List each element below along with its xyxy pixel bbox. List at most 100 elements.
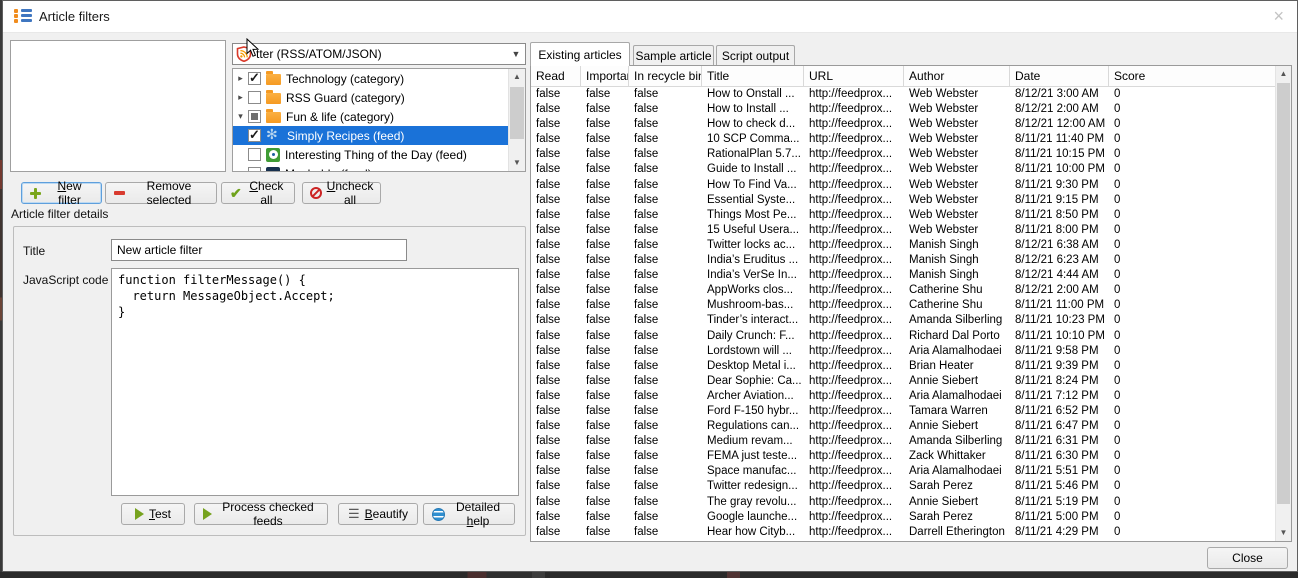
help-globe-icon [432,508,445,521]
detailed-help-button[interactable]: Detailed help [423,503,515,525]
table-row[interactable]: false false false Tinder’s interact... h… [531,313,1275,328]
table-row[interactable]: false false false Things Most Pe... http… [531,208,1275,223]
title-input[interactable] [111,239,407,261]
column-header-score[interactable]: Score [1109,66,1275,86]
tree-row-label: Simply Recipes (feed) [287,129,404,143]
folder-icon [266,93,281,104]
column-header-date[interactable]: Date [1010,66,1109,86]
column-header-author[interactable]: Author [904,66,1010,86]
play-icon [203,508,212,520]
scroll-up-icon[interactable]: ▲ [1276,66,1291,82]
test-button[interactable]: Test [121,503,185,525]
javascript-code-label: JavaScript code [23,273,108,287]
table-row[interactable]: false false false RationalPlan 5.7... ht… [531,147,1275,162]
tree-scrollbar[interactable]: ▲ ▼ [508,69,525,171]
table-row[interactable]: false false false Archer Aviation... htt… [531,389,1275,404]
beautify-button[interactable]: ☰ Beautify [338,503,418,525]
close-button[interactable]: Close [1207,547,1288,569]
tree-row[interactable]: Mashable (feed) [233,164,508,171]
filter-list-item[interactable] [11,41,225,47]
table-row[interactable]: false false false Space manufac... http:… [531,464,1275,479]
table-row[interactable]: false false false India’s VerSe In... ht… [531,268,1275,283]
column-header-url[interactable]: URL [804,66,904,86]
no-entry-icon [310,187,322,199]
tree-checkbox[interactable] [248,148,261,161]
expand-arrow-icon[interactable]: ▾ [233,111,248,122]
scroll-up-icon[interactable]: ▲ [509,69,525,85]
table-row[interactable]: false false false Guide to Install ... h… [531,162,1275,177]
new-filter-button[interactable]: New filter [21,182,102,204]
tree-row[interactable]: ▸ RSS Guard (category) [233,88,508,107]
tab-sample-article[interactable]: Sample article [633,45,714,66]
column-header-title[interactable]: Title [702,66,804,86]
window-close-icon[interactable]: × [1273,5,1284,27]
table-header: Read Important In recycle bin Title URL … [531,66,1275,87]
existing-articles-table: Read Important In recycle bin Title URL … [530,65,1292,542]
titlebar: Article filters × [3,1,1297,33]
table-row[interactable]: false false false AppWorks clos... http:… [531,283,1275,298]
table-row[interactable]: false false false How to Install ... htt… [531,102,1275,117]
tree-scrollbar-thumb[interactable] [510,87,524,139]
column-header-important[interactable]: Important [581,66,629,86]
table-row[interactable]: false false false Desktop Metal i... htt… [531,359,1275,374]
table-row[interactable]: false false false Lordstown will ... htt… [531,344,1275,359]
expand-arrow-icon[interactable]: ▸ [233,73,248,84]
tree-checkbox[interactable] [248,72,261,85]
title-label: Title [23,244,45,258]
table-row[interactable]: false false false 10 SCP Comma... http:/… [531,132,1275,147]
tree-row-label: Technology (category) [286,72,404,86]
table-row[interactable]: false false false Google launche... http… [531,510,1275,525]
table-row[interactable]: false false false Mushroom-bas... http:/… [531,298,1275,313]
table-row[interactable]: false false false Dear Sophie: Ca... htt… [531,374,1275,389]
tree-row-label: RSS Guard (category) [286,91,405,105]
feeds-tree-viewport: ▸ Technology (category) ▸ RSS Guard (cat… [233,69,508,171]
table-row[interactable]: false false false How to check d... http… [531,117,1275,132]
scroll-down-icon[interactable]: ▼ [509,155,525,171]
table-row[interactable]: false false false Twitter redesign... ht… [531,479,1275,494]
tree-row[interactable]: Simply Recipes (feed) [233,126,508,145]
tree-row[interactable]: ▸ Technology (category) [233,69,508,88]
tab-script-output[interactable]: Script output [716,45,795,66]
tree-row[interactable]: ▾ Fun & life (category) [233,107,508,126]
table-row[interactable]: false false false 15 Useful Usera... htt… [531,223,1275,238]
table-row[interactable]: false false false Ford F-150 hybr... htt… [531,404,1275,419]
table-row[interactable]: false false false Hear how Cityb... http… [531,525,1275,540]
mashable-icon [266,167,280,172]
table-row[interactable]: false false false Essential Syste... htt… [531,193,1275,208]
tree-checkbox[interactable] [248,129,261,142]
chevron-down-icon[interactable]: ▼ [507,49,525,59]
remove-selected-button[interactable]: Remove selected [105,182,217,204]
filter-details-groupbox: Title JavaScript code function filterMes… [13,226,526,536]
expand-arrow-icon[interactable]: ▸ [233,92,248,103]
tree-checkbox[interactable] [248,91,261,104]
scroll-down-icon[interactable]: ▼ [1276,525,1291,541]
check-all-button[interactable]: ✔ Check all [221,182,295,204]
javascript-code-editor[interactable]: function filterMessage() { return Messag… [111,268,519,496]
table-row[interactable]: false false false Twitter locks ac... ht… [531,238,1275,253]
table-row[interactable]: false false false Regulations can... htt… [531,419,1275,434]
folder-icon [266,74,281,85]
table-scrollbar-thumb[interactable] [1277,83,1290,504]
filter-list[interactable] [10,40,226,172]
tree-row-label: Mashable (feed) [285,167,372,172]
taskbar-sliver [0,572,1298,578]
tree-checkbox[interactable] [248,167,261,171]
plus-icon [30,188,41,199]
table-row[interactable]: false false false India’s Eruditus ... h… [531,253,1275,268]
table-row[interactable]: false false false The gray revolu... htt… [531,495,1275,510]
table-scrollbar[interactable]: ▲ ▼ [1275,66,1291,541]
account-combobox[interactable]: tter (RSS/ATOM/JSON) ▼ [232,43,526,65]
column-header-read[interactable]: Read [531,66,581,86]
table-row[interactable]: false false false How to Onstall ... htt… [531,87,1275,102]
tree-checkbox[interactable] [248,110,261,123]
column-header-recycle[interactable]: In recycle bin [629,66,702,86]
tab-existing-articles[interactable]: Existing articles [530,42,630,66]
table-row[interactable]: false false false How To Find Va... http… [531,178,1275,193]
table-row[interactable]: false false false Daily Crunch: F... htt… [531,329,1275,344]
uncheck-all-button[interactable]: Uncheck all [302,182,381,204]
table-row[interactable]: false false false FEMA just teste... htt… [531,449,1275,464]
table-row[interactable]: false false false Medium revam... http:/… [531,434,1275,449]
tree-row[interactable]: Interesting Thing of the Day (feed) [233,145,508,164]
process-checked-feeds-button[interactable]: Process checked feeds [194,503,328,525]
lines-icon: ☰ [348,508,360,520]
